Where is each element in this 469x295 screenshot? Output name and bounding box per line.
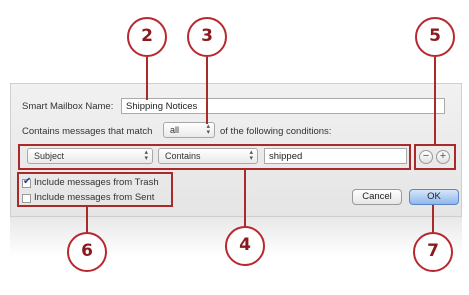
callout-2: 2 bbox=[127, 17, 167, 57]
callout-6: 6 bbox=[67, 232, 107, 272]
callout-5: 5 bbox=[415, 17, 455, 57]
callout-7: 7 bbox=[413, 232, 453, 272]
callout-3: 3 bbox=[187, 17, 227, 57]
callout-4: 4 bbox=[225, 226, 265, 266]
